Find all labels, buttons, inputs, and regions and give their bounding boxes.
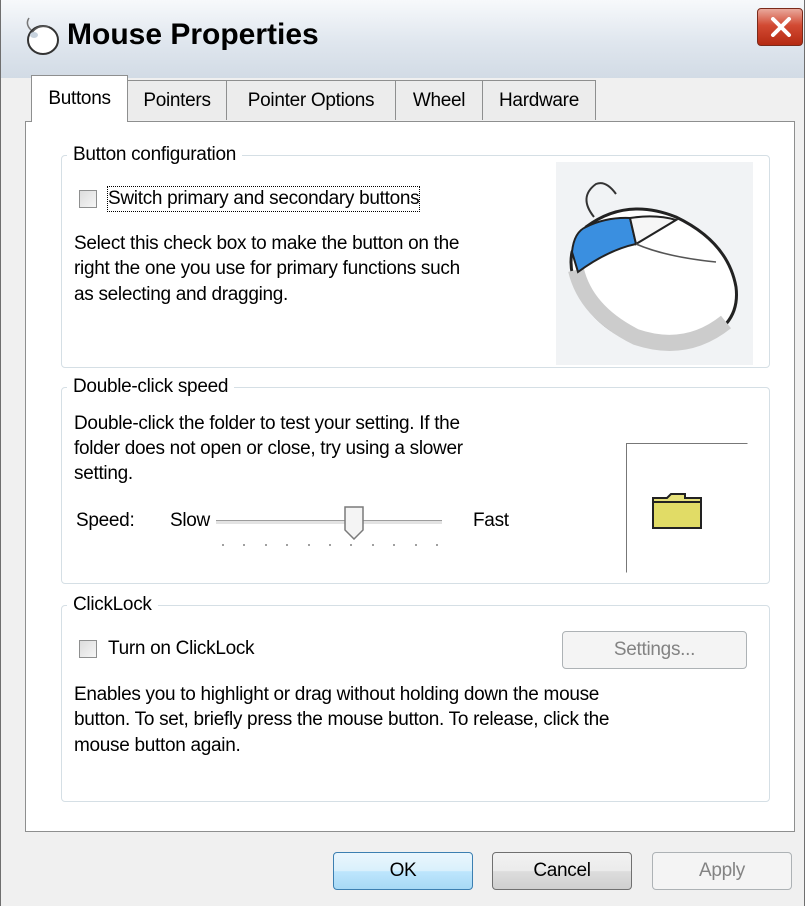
folder-icon[interactable] [651,490,703,530]
tab-hardware[interactable]: Hardware [482,80,596,120]
button-config-description-line-1: Select this check box to make the button… [74,233,460,254]
slider-tick [329,544,331,546]
speed-label: Speed: [76,510,135,531]
clicklock-settings-button[interactable]: Settings... [562,631,747,669]
button-config-description-line-2: right the one you use for primary functi… [74,258,460,279]
mouse-illustration [556,162,753,365]
double-click-description-line-2: folder does not open or close, try using… [74,438,463,459]
slider-tick [222,544,224,546]
button-configuration-legend: Button configuration [67,144,243,166]
switch-buttons-checkbox[interactable] [79,190,97,208]
slider-track [216,520,442,525]
slider-tick [372,544,374,546]
clicklock-legend: ClickLock [67,594,158,616]
tab-pointer-options[interactable]: Pointer Options [226,80,396,120]
fast-label: Fast [473,510,509,531]
mouse-properties-window: Mouse Properties Buttons Pointers Pointe… [0,0,805,906]
slider-thumb[interactable] [344,506,364,540]
tab-buttons[interactable]: Buttons [31,75,128,122]
close-button[interactable] [757,8,803,46]
clicklock-checkbox[interactable] [79,640,97,658]
slider-tick [308,544,310,546]
slider-tick [350,544,352,546]
slider-tick [393,544,395,546]
slider-tick [265,544,267,546]
clicklock-description-line-3: mouse button again. [74,735,241,756]
double-click-speed-slider[interactable] [216,504,442,552]
tab-wheel[interactable]: Wheel [395,80,483,120]
clicklock-description-line-1: Enables you to highlight or drag without… [74,684,600,705]
ok-button[interactable]: OK [333,852,473,890]
slider-tick [286,544,288,546]
buttons-tab-panel: Button configuration Switch primary and … [25,121,795,832]
clicklock-description-line-2: button. To set, briefly press the mouse … [74,709,610,730]
double-click-test-area[interactable] [626,443,748,573]
window-title: Mouse Properties [67,18,319,51]
slider-tick [243,544,245,546]
apply-button[interactable]: Apply [652,852,792,890]
double-click-speed-legend: Double-click speed [67,376,235,398]
clicklock-label[interactable]: Turn on ClickLock [108,637,255,661]
tab-pointers[interactable]: Pointers [127,80,227,120]
cancel-button[interactable]: Cancel [492,852,632,890]
close-icon [771,17,791,37]
button-config-description-line-3: as selecting and dragging. [74,284,289,305]
double-click-description-line-3: setting. [74,463,133,484]
slider-ticks [222,544,438,546]
slider-tick [436,544,438,546]
double-click-description-line-1: Double-click the folder to test your set… [74,413,460,434]
switch-buttons-label[interactable]: Switch primary and secondary buttons [106,186,421,212]
slider-tick [415,544,417,546]
title-bar[interactable]: Mouse Properties [1,0,804,78]
slow-label: Slow [170,510,210,531]
mouse-icon [23,14,63,56]
